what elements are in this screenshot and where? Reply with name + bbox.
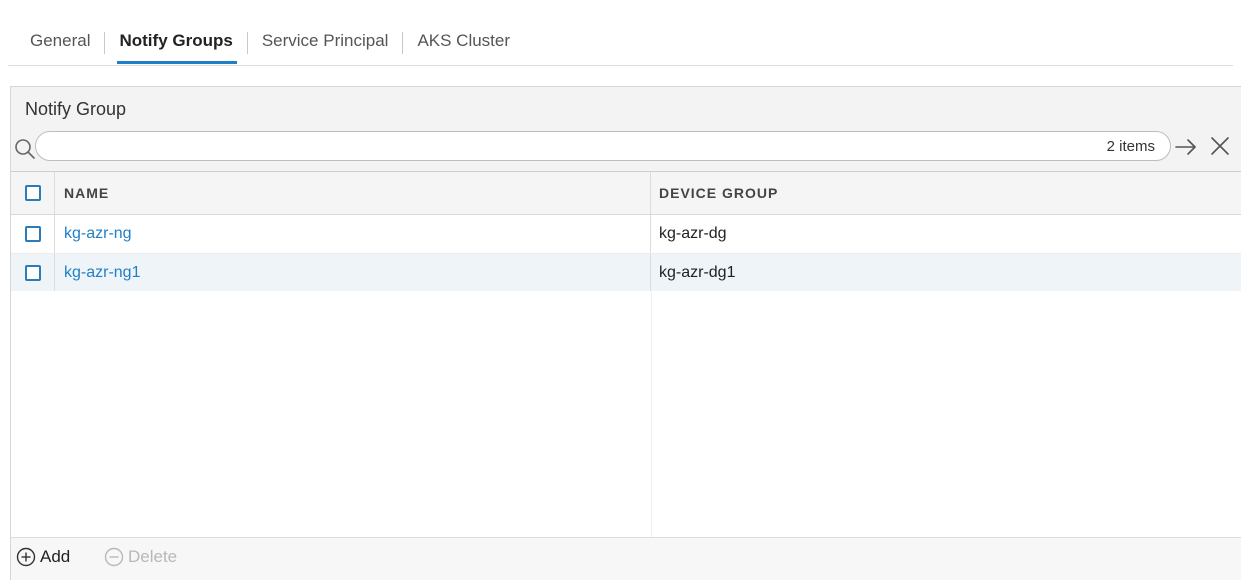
delete-button[interactable]: Delete [104, 547, 177, 567]
minus-circle-icon [104, 547, 124, 567]
plus-circle-icon [16, 547, 36, 567]
search-row: 2 items [11, 127, 1241, 172]
search-field: 2 items [35, 131, 1171, 161]
column-header-name[interactable]: NAME [55, 172, 651, 214]
add-button-label: Add [40, 547, 71, 566]
column-divider [651, 291, 652, 537]
tab-general[interactable]: General [30, 22, 90, 64]
panel-title: Notify Group [25, 99, 127, 119]
select-all-checkbox[interactable] [24, 185, 41, 201]
search-icon[interactable] [13, 137, 37, 161]
device-group-cell: kg-azr-dg [651, 215, 1241, 253]
column-name-label: NAME [64, 185, 110, 201]
device-group-cell: kg-azr-dg1 [651, 254, 1241, 292]
tab-service-principal[interactable]: Service Principal [262, 22, 389, 64]
add-button[interactable]: Add [16, 547, 70, 567]
notify-group-table: NAME DEVICE GROUP kg-azr-ng kg-azr-dg kg… [11, 172, 1241, 293]
tab-separator [246, 32, 248, 54]
notify-group-link[interactable]: kg-azr-ng [64, 225, 132, 243]
column-header-device-group[interactable]: DEVICE GROUP [651, 172, 1241, 214]
tab-separator [104, 32, 106, 54]
device-group-value: kg-azr-dg1 [659, 264, 736, 281]
tab-bar: General Notify Groups Service Principal … [18, 22, 510, 64]
row-check-cell [11, 215, 55, 253]
table-header: NAME DEVICE GROUP [11, 172, 1241, 215]
tab-separator [402, 32, 404, 54]
panel-footer: Add Delete [11, 537, 1241, 580]
notify-group-panel: Notify Group 2 items NAME DEVICE GROUP k… [10, 86, 1241, 580]
name-cell: kg-azr-ng [55, 215, 651, 253]
item-count: 2 items [1106, 138, 1155, 155]
device-group-value: kg-azr-dg [659, 225, 727, 242]
tab-aks-cluster[interactable]: AKS Cluster [417, 22, 510, 64]
table-row[interactable]: kg-azr-ng kg-azr-dg [11, 215, 1241, 254]
column-device-group-label: DEVICE GROUP [659, 185, 779, 201]
search-input[interactable] [50, 135, 1084, 159]
close-icon[interactable] [1209, 135, 1231, 157]
tab-bar-underline [8, 65, 1233, 66]
notify-group-link[interactable]: kg-azr-ng1 [64, 264, 140, 282]
name-cell: kg-azr-ng1 [55, 254, 651, 292]
row-checkbox[interactable] [24, 265, 41, 281]
delete-button-label: Delete [128, 547, 178, 566]
table-empty-area [11, 291, 1241, 537]
tab-notify-groups[interactable]: Notify Groups [117, 22, 238, 64]
row-checkbox[interactable] [24, 226, 41, 242]
row-check-cell [11, 254, 55, 292]
panel-header: Notify Group [11, 87, 1241, 127]
table-row[interactable]: kg-azr-ng1 kg-azr-dg1 [11, 254, 1241, 293]
arrow-right-icon[interactable] [1173, 135, 1199, 159]
select-all-cell [11, 172, 55, 214]
